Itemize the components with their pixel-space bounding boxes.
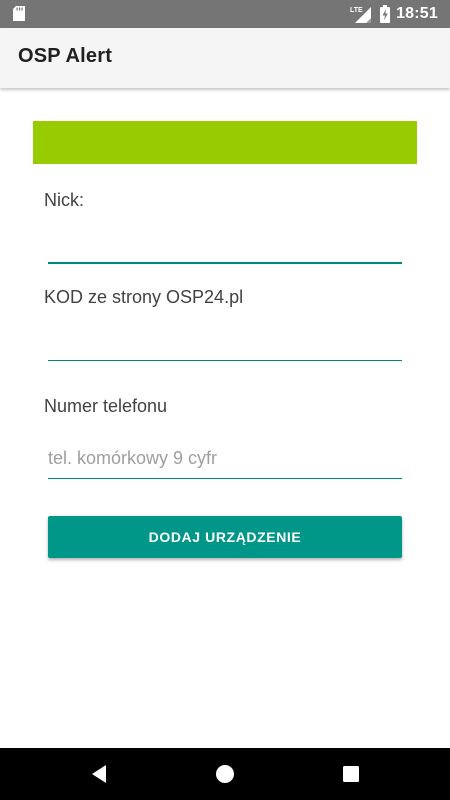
recents-icon [343, 766, 359, 782]
app-screen: LTE 18:51 OSP Alert Nick: KOD ze strony … [0, 0, 450, 800]
status-bar: LTE 18:51 [0, 0, 450, 28]
app-title: OSP Alert [18, 45, 113, 67]
back-button[interactable] [87, 762, 111, 786]
add-device-button[interactable]: DODAJ URZĄDZENIE [48, 516, 402, 558]
back-icon [92, 765, 106, 783]
app-bar: OSP Alert [0, 28, 450, 88]
nick-label: Nick: [44, 190, 84, 210]
code-label: KOD ze strony OSP24.pl [44, 287, 244, 307]
recents-button[interactable] [339, 762, 363, 786]
phone-label: Numer telefonu [44, 396, 168, 416]
sd-card-icon [13, 6, 25, 21]
home-button[interactable] [213, 762, 237, 786]
status-icons: LTE 18:51 [350, 0, 438, 28]
nick-input[interactable] [48, 224, 402, 264]
navigation-bar [0, 748, 450, 800]
lte-signal-icon: LTE [350, 7, 372, 23]
network-label: LTE [350, 7, 363, 14]
status-time: 18:51 [396, 5, 438, 22]
phone-input[interactable] [48, 439, 402, 479]
status-banner [33, 121, 417, 164]
code-input[interactable] [48, 321, 402, 361]
home-icon [216, 765, 234, 783]
battery-charging-icon [380, 5, 391, 23]
